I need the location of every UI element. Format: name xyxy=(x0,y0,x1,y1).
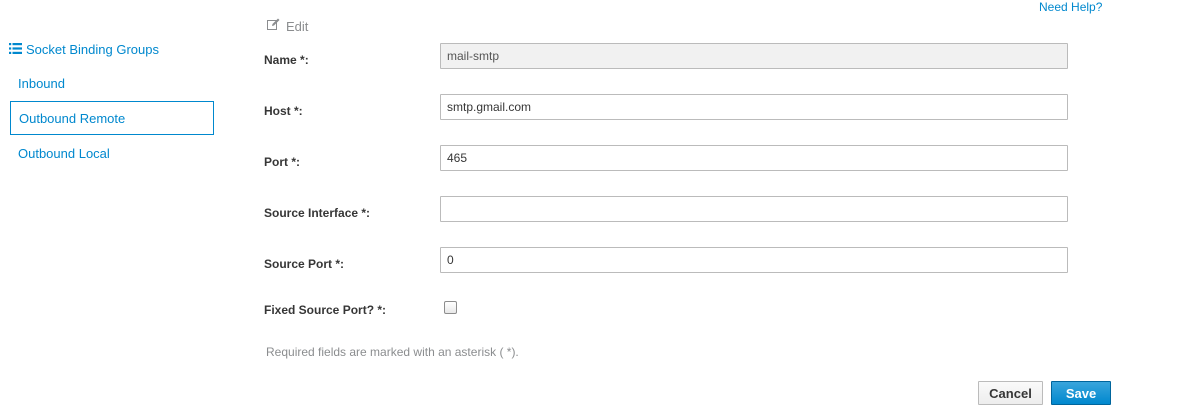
source-interface-field[interactable] xyxy=(440,196,1068,222)
name-field xyxy=(440,43,1068,69)
sidebar-item-label: Outbound Remote xyxy=(19,110,126,126)
sidebar-item-outbound-local[interactable]: Outbound Local xyxy=(18,146,110,161)
source-interface-label: Source Interface *: xyxy=(264,206,371,220)
save-button[interactable]: Save xyxy=(1051,381,1111,405)
fixed-source-port-label: Fixed Source Port? *: xyxy=(264,303,387,317)
port-field[interactable] xyxy=(440,145,1068,171)
page: Socket Binding Groups Inbound Outbound R… xyxy=(0,0,1184,417)
name-label: Name *: xyxy=(264,53,309,67)
port-label: Port *: xyxy=(264,155,300,169)
required-fields-note: Required fields are marked with an aster… xyxy=(266,345,519,359)
need-help-link[interactable]: Need Help? xyxy=(1039,0,1102,14)
edit-label: Edit xyxy=(286,18,309,34)
sidebar-header-label: Socket Binding Groups xyxy=(26,42,159,57)
sidebar-item-inbound[interactable]: Inbound xyxy=(18,76,65,91)
pencil-icon xyxy=(267,18,286,34)
source-port-field[interactable] xyxy=(440,247,1068,273)
host-field[interactable] xyxy=(440,94,1068,120)
list-icon xyxy=(9,42,26,57)
cancel-button[interactable]: Cancel xyxy=(978,381,1043,405)
source-port-label: Source Port *: xyxy=(264,257,345,271)
sidebar-item-outbound-remote[interactable]: Outbound Remote xyxy=(10,101,214,135)
host-label: Host *: xyxy=(264,104,303,118)
sidebar-item-label: Inbound xyxy=(18,76,65,91)
fixed-source-port-checkbox[interactable] xyxy=(444,301,457,314)
edit-button[interactable]: Edit xyxy=(267,18,308,34)
sidebar-header-socket-binding-groups[interactable]: Socket Binding Groups xyxy=(9,42,159,57)
sidebar-item-label: Outbound Local xyxy=(18,146,110,161)
